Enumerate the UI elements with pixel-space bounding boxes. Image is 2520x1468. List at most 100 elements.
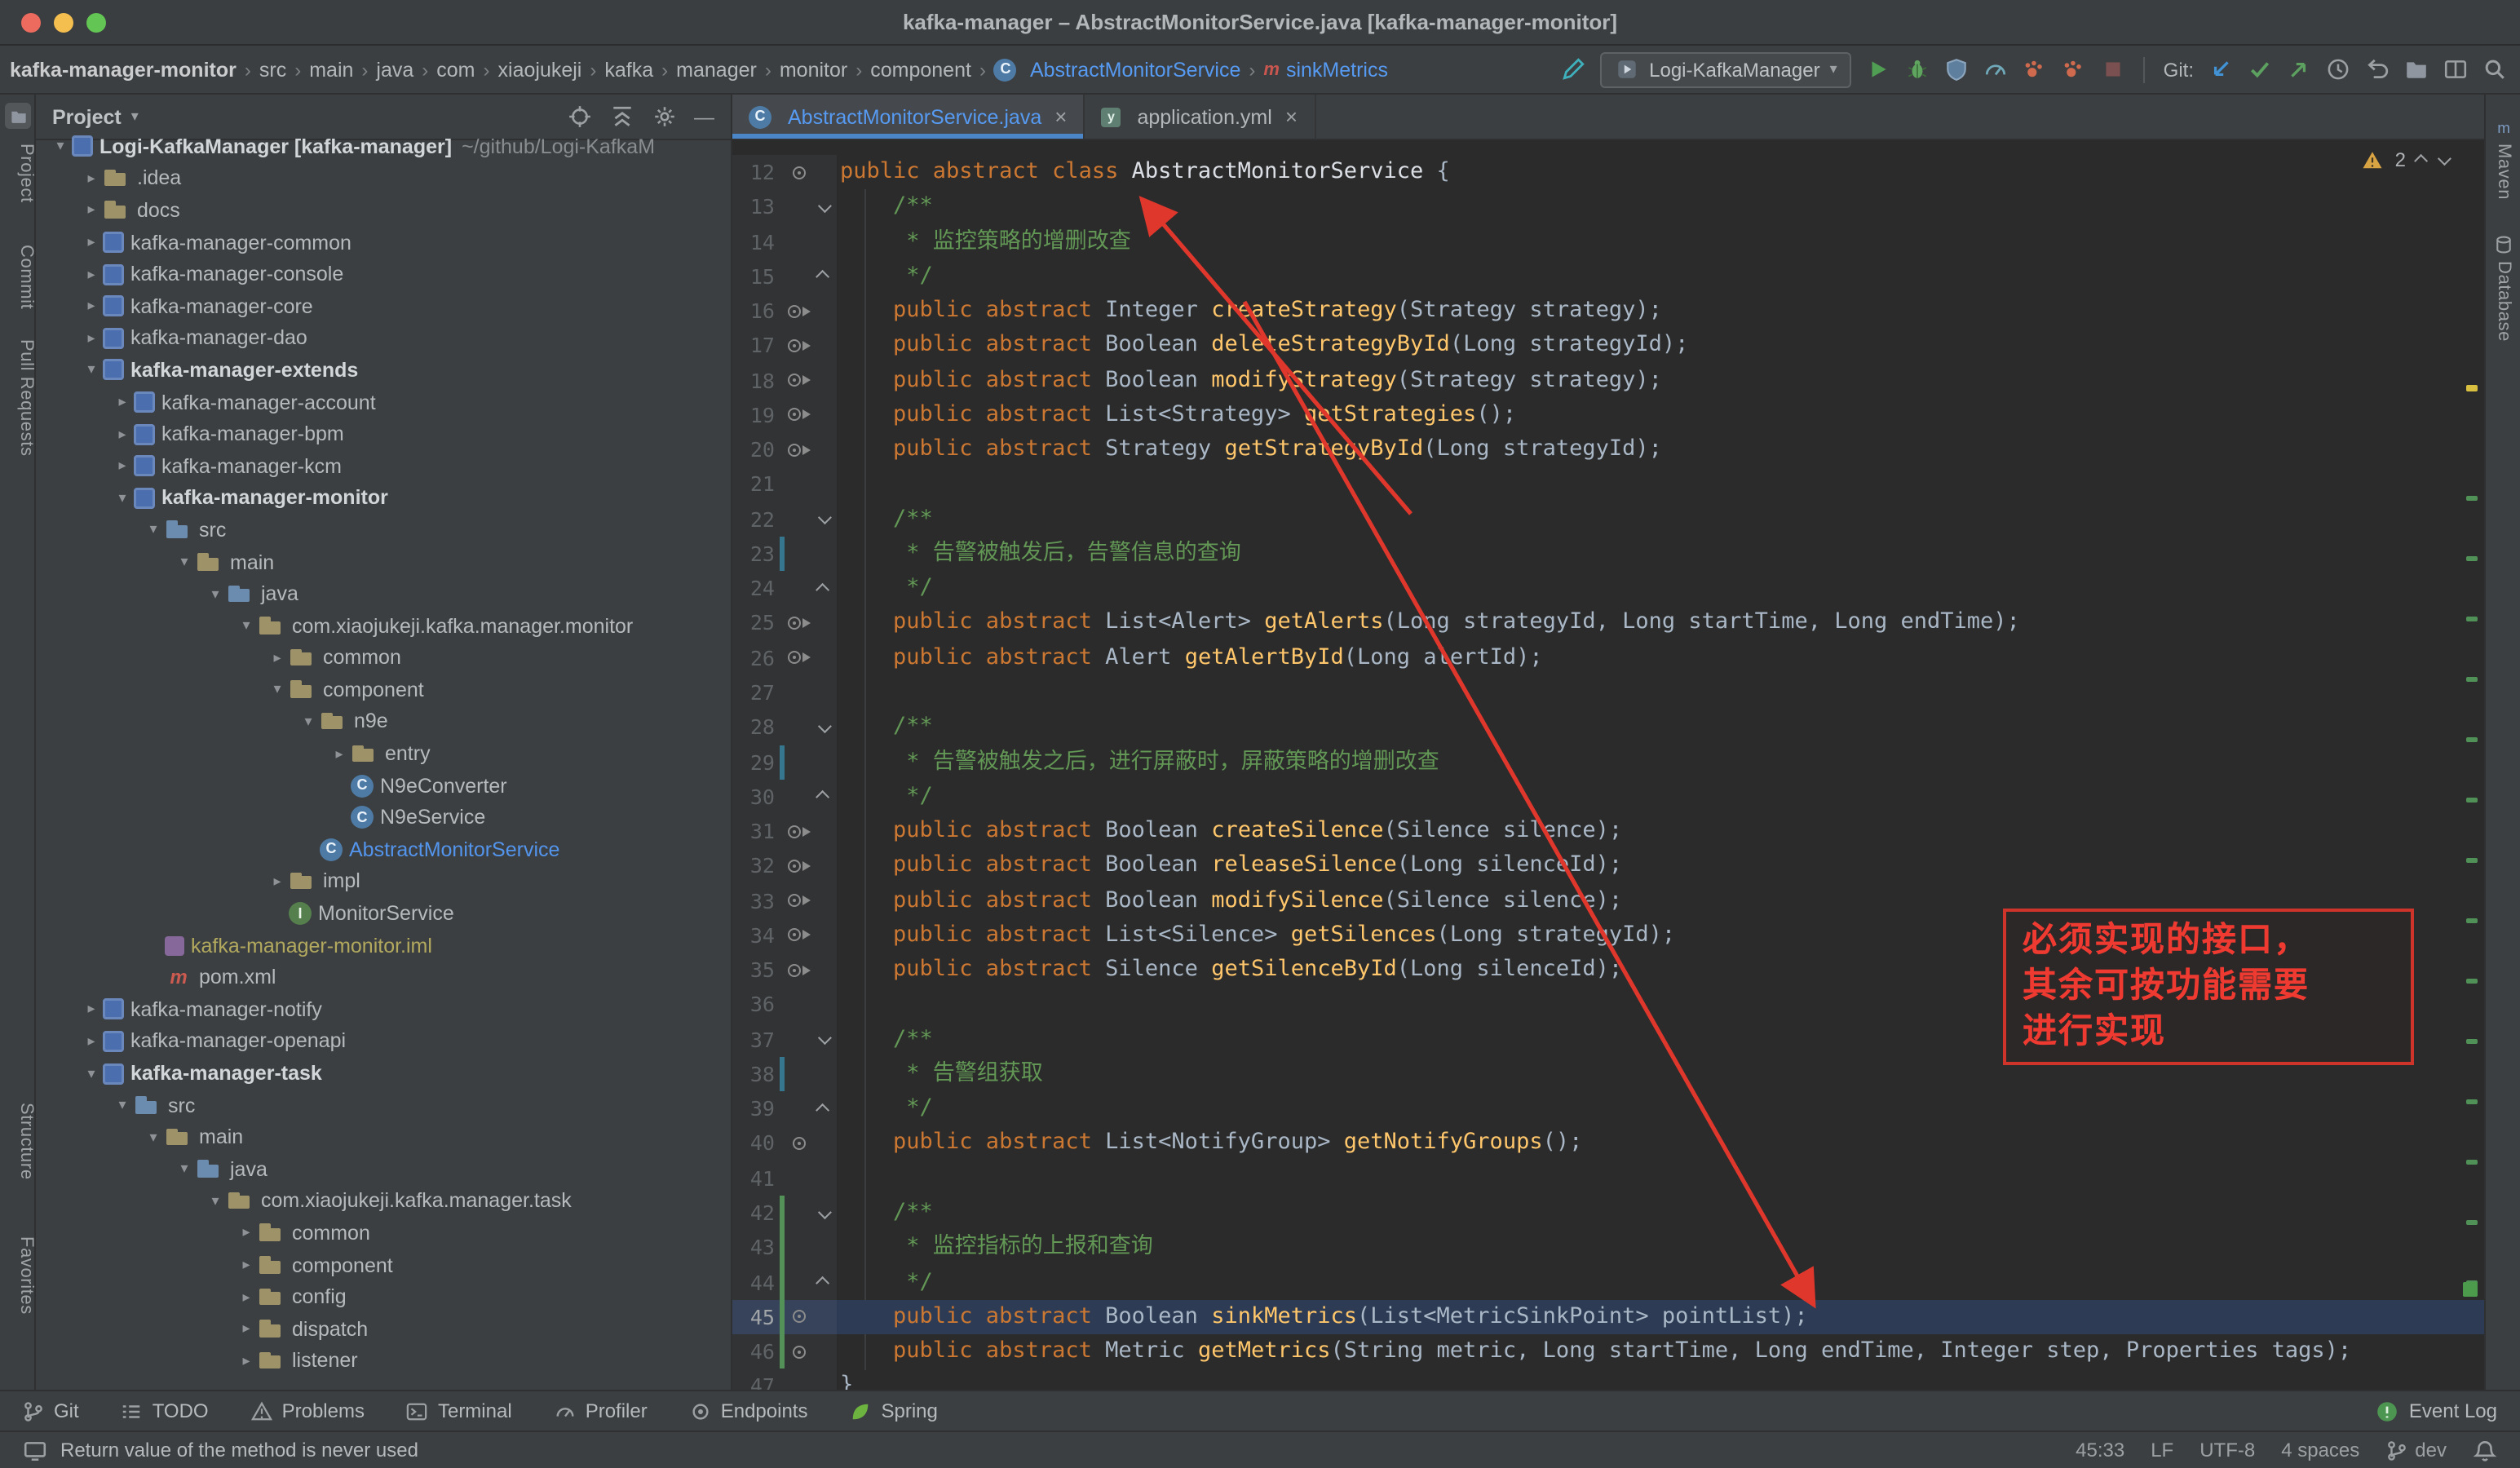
code-line[interactable]: 28 /** — [732, 710, 2484, 745]
toolwindow-button-profiler[interactable]: Profiler — [555, 1399, 648, 1422]
code-line[interactable]: 23 * 告警被触发后，告警信息的查询 — [732, 537, 2484, 572]
fold-toggle[interactable] — [814, 792, 833, 802]
gutter-marker[interactable] — [785, 617, 814, 630]
toolstripe-structure[interactable]: Structure — [0, 1103, 36, 1180]
code-line[interactable]: 19 public abstract List<Strategy> getStr… — [732, 398, 2484, 433]
toolwindow-button-terminal[interactable]: Terminal — [407, 1399, 512, 1422]
breadcrumb-item[interactable]: kafka-manager-monitor — [10, 58, 237, 81]
code-line[interactable]: 20 public abstract Strategy getStrategyB… — [732, 432, 2484, 467]
tree-chevron-icon[interactable]: ▾ — [204, 1192, 227, 1210]
code-line[interactable]: 12public abstract class AbstractMonitorS… — [732, 155, 2484, 190]
tree-chevron-icon[interactable]: ▾ — [235, 617, 258, 635]
tree-item[interactable]: ▸kafka-manager-bpm — [36, 418, 731, 450]
code-line[interactable]: 17 public abstract Boolean deleteStrateg… — [732, 329, 2484, 364]
tree-item[interactable]: ▾java — [36, 578, 731, 610]
gutter-marker[interactable] — [785, 1345, 814, 1358]
tree-item[interactable]: ▸component — [36, 1249, 731, 1281]
tree-chevron-icon[interactable]: ▸ — [80, 1032, 103, 1050]
toolwindow-button-git[interactable]: Git — [23, 1399, 79, 1422]
close-window-button[interactable] — [21, 12, 41, 32]
tree-item[interactable]: ▸kafka-manager-common — [36, 227, 731, 259]
run-button[interactable] — [1867, 57, 1891, 82]
gutter-marker[interactable] — [785, 652, 814, 665]
tree-chevron-icon[interactable]: ▸ — [80, 1001, 103, 1019]
tree-chevron-icon[interactable]: ▾ — [142, 1128, 165, 1146]
code-line[interactable]: 38 * 告警组获取 — [732, 1057, 2484, 1092]
tree-chevron-icon[interactable]: ▾ — [111, 1096, 134, 1114]
gutter-marker[interactable] — [785, 963, 814, 976]
tree-chevron-icon[interactable]: ▾ — [266, 681, 289, 699]
tree-item[interactable]: ▾src — [36, 514, 731, 546]
tree-chevron-icon[interactable]: ▾ — [80, 1064, 103, 1082]
tree-chevron-icon[interactable]: ▾ — [297, 713, 320, 731]
git-branch-widget[interactable]: dev — [2385, 1439, 2447, 1461]
tree-item[interactable]: ▸config — [36, 1281, 731, 1313]
project-structure-button[interactable] — [2404, 57, 2429, 82]
fold-toggle[interactable] — [814, 1104, 833, 1114]
tree-item[interactable]: kafka-manager-monitor.iml — [36, 930, 731, 962]
gutter-marker[interactable] — [785, 1311, 814, 1324]
gutter-marker[interactable] — [785, 304, 814, 317]
git-update-button[interactable] — [2208, 57, 2233, 82]
run-configuration-select[interactable]: Logi-KafkaManager ▾ — [1600, 51, 1852, 87]
hide-panel-icon[interactable]: — — [694, 105, 714, 128]
git-commit-button[interactable] — [2248, 57, 2272, 82]
locate-file-icon[interactable] — [567, 104, 591, 129]
tree-item[interactable]: mpom.xml — [36, 962, 731, 993]
breadcrumb-item[interactable]: main — [309, 58, 353, 81]
tree-item[interactable]: ▾java — [36, 1153, 731, 1185]
breadcrumb-item[interactable]: xiaojukeji — [498, 58, 582, 81]
tree-item[interactable]: ▾kafka-manager-extends — [36, 354, 731, 386]
code-line[interactable]: 27 — [732, 675, 2484, 710]
attach-profiler-2-button[interactable] — [2062, 57, 2087, 82]
fold-toggle[interactable] — [814, 202, 833, 212]
fold-toggle[interactable] — [814, 584, 833, 594]
toolstripe-project[interactable]: Project — [0, 144, 36, 203]
fold-toggle[interactable] — [814, 515, 833, 524]
profiler-button[interactable] — [1984, 57, 2009, 82]
code-line[interactable]: 40 public abstract List<NotifyGroup> get… — [732, 1126, 2484, 1161]
tree-chevron-icon[interactable]: ▸ — [111, 393, 134, 411]
gear-icon[interactable] — [652, 104, 676, 129]
event-log-button[interactable]: Event Log — [2375, 1399, 2497, 1423]
toolstripe-maven[interactable]: m Maven — [2486, 117, 2520, 200]
breadcrumb-item[interactable]: src — [259, 58, 286, 81]
code-line[interactable]: 34 public abstract List<Silence> getSile… — [732, 918, 2484, 953]
code-line[interactable]: 43 * 监控指标的上报和查询 — [732, 1230, 2484, 1265]
breadcrumb-item[interactable]: msinkMetrics — [1263, 58, 1388, 81]
close-tab-icon[interactable]: × — [1054, 104, 1067, 129]
tree-chevron-icon[interactable]: ▸ — [328, 745, 351, 763]
code-line[interactable]: 30 */ — [732, 780, 2484, 815]
breadcrumb-item[interactable]: com — [436, 58, 475, 81]
tree-chevron-icon[interactable]: ▸ — [235, 1256, 258, 1274]
code-line[interactable]: 45 public abstract Boolean sinkMetrics(L… — [732, 1300, 2484, 1335]
toolwindow-button-problems[interactable]: Problems — [251, 1399, 365, 1422]
edit-source-icon[interactable] — [1561, 57, 1585, 82]
gutter-marker[interactable] — [785, 894, 814, 907]
code-line[interactable]: 46 public abstract Metric getMetrics(Str… — [732, 1334, 2484, 1369]
tree-item[interactable]: ▾main — [36, 546, 731, 577]
tree-item[interactable]: CN9eService — [36, 802, 731, 833]
tree-item[interactable]: CN9eConverter — [36, 770, 731, 802]
prev-issue-icon[interactable] — [2414, 154, 2428, 168]
code-line[interactable]: 22 /** — [732, 502, 2484, 537]
gutter-marker[interactable] — [785, 860, 814, 873]
editor-tab[interactable]: CAbstractMonitorService.java× — [732, 95, 1085, 139]
code-line[interactable]: 35 public abstract Silence getSilenceByI… — [732, 953, 2484, 988]
tree-chevron-icon[interactable]: ▸ — [111, 457, 134, 475]
tree-chevron-icon[interactable]: ▾ — [111, 489, 134, 507]
tree-item[interactable]: ▾com.xiaojukeji.kafka.manager.monitor — [36, 610, 731, 642]
tree-chevron-icon[interactable]: ▸ — [80, 233, 103, 251]
code-line[interactable]: 26 public abstract Alert getAlertById(Lo… — [732, 640, 2484, 675]
tree-chevron-icon[interactable]: ▸ — [80, 265, 103, 283]
zoom-window-button[interactable] — [86, 12, 106, 32]
tree-item[interactable]: ▾n9e — [36, 705, 731, 737]
tree-chevron-icon[interactable]: ▸ — [266, 649, 289, 667]
toolstripe-commit[interactable]: Commit — [0, 245, 36, 309]
code-line[interactable]: 24 */ — [732, 571, 2484, 606]
toolstripe-favorites[interactable]: Favorites — [0, 1236, 36, 1315]
tree-item[interactable]: ▸kafka-manager-console — [36, 259, 731, 290]
tree-item[interactable]: ▾Logi-KafkaManager [kafka-manager] ~/git… — [36, 130, 731, 162]
project-tool-icon[interactable] — [5, 103, 31, 129]
tree-item[interactable]: ▾kafka-manager-monitor — [36, 482, 731, 514]
